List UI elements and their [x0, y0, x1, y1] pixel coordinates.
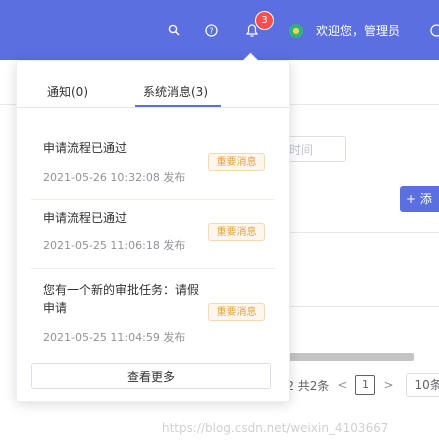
important-tag: 重要消息 — [208, 223, 265, 241]
message-item[interactable]: 申请流程已通过 2021-05-26 10:32:08 发布 重要消息 — [43, 139, 267, 189]
top-header: ? 3 ● 欢迎您，管理员 — [0, 0, 439, 60]
table-row-divider — [282, 306, 439, 307]
date-input[interactable]: 时间 — [282, 136, 346, 162]
page-number[interactable]: 1 — [355, 375, 376, 395]
search-icon[interactable] — [166, 22, 182, 38]
notification-popover: 通知(0) 系统消息(3) 申请流程已通过 2021-05-26 10:32:0… — [16, 52, 290, 402]
message-item[interactable]: 您有一个新的审批任务：请假申请 2021-05-25 11:04:59 发布 重… — [43, 281, 267, 351]
watermark: https://blog.csdn.net/weixin_4103667 — [162, 421, 389, 435]
active-tab-indicator — [135, 105, 221, 107]
message-item[interactable]: 申请流程已通过 2021-05-25 11:06:18 发布 重要消息 — [43, 209, 267, 259]
message-time: 2021-05-25 11:04:59 发布 — [43, 331, 186, 344]
horizontal-scrollbar[interactable] — [282, 353, 414, 361]
notification-badge: 3 — [255, 11, 274, 30]
pagination: -2 共2条 < 1 > 10条 — [282, 373, 439, 397]
message-time: 2021-05-25 11:06:18 发布 — [43, 239, 186, 252]
message-divider — [31, 199, 275, 200]
add-button[interactable]: + 添 — [400, 186, 439, 212]
message-time: 2021-05-26 10:32:08 发布 — [43, 171, 186, 184]
important-tag: 重要消息 — [208, 303, 265, 321]
view-more-button[interactable]: 查看更多 — [31, 363, 271, 389]
important-tag: 重要消息 — [208, 153, 265, 171]
help-icon[interactable]: ? — [203, 22, 219, 38]
avatar-icon[interactable]: ● — [289, 24, 303, 38]
popover-tabs: 通知(0) 系统消息(3) — [17, 61, 289, 108]
message-divider — [31, 268, 275, 269]
prev-page-icon[interactable]: < — [337, 378, 347, 392]
more-icon[interactable] — [428, 22, 439, 38]
table-row-divider — [282, 232, 439, 233]
page-size-select[interactable]: 10条 — [405, 373, 439, 397]
next-page-icon[interactable]: > — [383, 378, 393, 392]
welcome-text[interactable]: 欢迎您，管理员 — [316, 22, 400, 39]
svg-text:?: ? — [209, 26, 213, 35]
message-title[interactable]: 您有一个新的审批任务：请假申请 — [43, 281, 203, 317]
tab-notifications[interactable]: 通知(0) — [47, 83, 88, 100]
message-title[interactable]: 申请流程已通过 — [43, 139, 203, 157]
tab-system-messages[interactable]: 系统消息(3) — [143, 83, 208, 100]
message-title[interactable]: 申请流程已通过 — [43, 209, 203, 227]
